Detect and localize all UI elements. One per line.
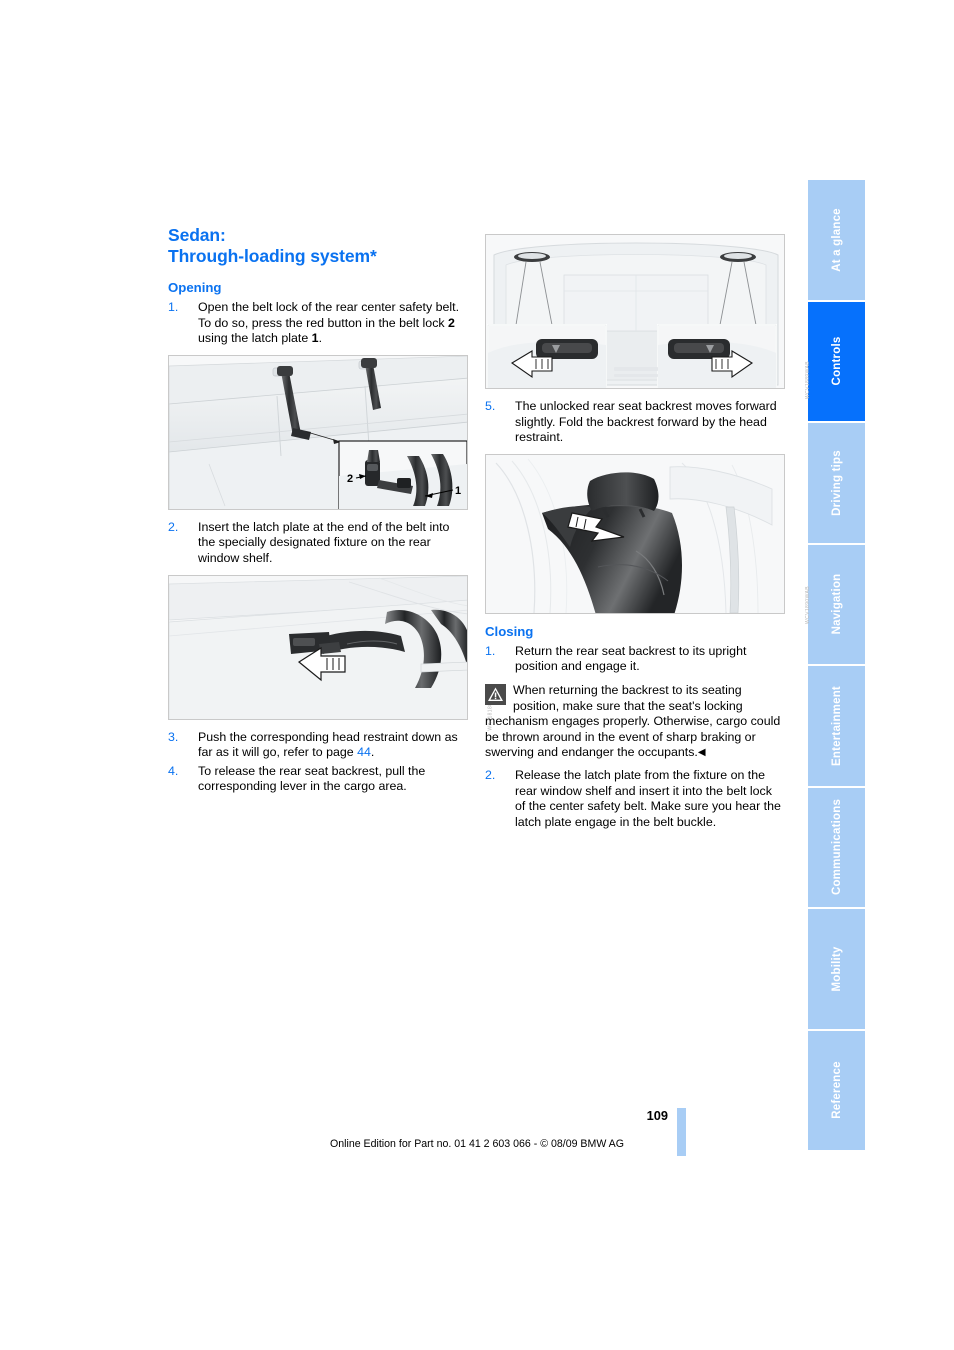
sidebar-tab-at-a-glance[interactable]: At a glance — [808, 180, 865, 300]
sidebar-tab-driving-tips[interactable]: Driving tips — [808, 423, 865, 543]
footer-edition-text: Online Edition for Part no. 01 41 2 603 … — [329, 1138, 624, 1150]
manual-page: At a glance Controls Driving tips Naviga… — [0, 0, 954, 1350]
figure-belt-fixture-graphic — [169, 575, 467, 719]
figure-cargo-release-graphic — [486, 235, 784, 388]
sidebar-tab-controls[interactable]: Controls — [808, 301, 865, 421]
left-column: Sedan: Through-loading system* Opening 1… — [168, 225, 494, 798]
step-text: Return the rear seat backrest to its upr… — [515, 643, 747, 674]
callout-ref-2: 2 — [448, 315, 455, 330]
sidebar-tab-label: Reference — [830, 1061, 843, 1119]
step-text-part: using the latch plate — [198, 331, 312, 346]
step-number: 1. — [168, 300, 179, 314]
sidebar-tab-label: Communications — [830, 799, 843, 896]
figure-rear-seat-belt-lock-graphic: 2 1 — [169, 355, 467, 509]
page-title-line1: Sedan: — [168, 225, 226, 245]
list-item: 2. Insert the latch plate at the end of … — [168, 520, 468, 567]
step-number: 4. — [168, 763, 179, 778]
warning-note: When returning the backrest to its seati… — [485, 683, 785, 761]
page-number: 109 — [646, 1108, 668, 1123]
opening-steps-list: 1. Open the belt lock of the rear center… — [168, 300, 468, 347]
step-number: 2. — [168, 519, 179, 534]
list-item: 3. Push the corresponding head restraint… — [168, 730, 468, 761]
page-reference-link[interactable]: 44 — [357, 745, 371, 759]
sidebar-tab-label: Controls — [830, 336, 843, 386]
heading-closing: Closing — [485, 623, 534, 639]
svg-text:2: 2 — [347, 473, 353, 485]
step-text-part: Push the corresponding head restraint do… — [198, 729, 458, 760]
closing-steps-list-2: 2. Release the latch plate from the fixt… — [485, 768, 785, 830]
step-text: Open the belt lock of the rear center sa… — [198, 300, 459, 345]
figure-backrest-fold-forward — [485, 453, 785, 614]
step-text-part: . — [370, 745, 375, 760]
callout-ref-1: 1 — [311, 331, 319, 346]
list-item: 5. The unlocked rear seat backrest moves… — [485, 399, 785, 446]
step-number: 1. — [485, 643, 496, 658]
opening-steps-list-4: 5. The unlocked rear seat backrest moves… — [485, 399, 785, 446]
sidebar-tab-reference[interactable]: Reference — [808, 1030, 865, 1150]
step-number: 3. — [168, 729, 179, 744]
list-item: 1. Open the belt lock of the rear center… — [168, 300, 468, 347]
sidebar-tab-label: Navigation — [830, 573, 843, 635]
sidebar-tab-label: At a glance — [830, 207, 843, 272]
figure-3-wrap: WCV1889WAB — [485, 234, 811, 399]
right-column: WCV1889WAB 5. The unlocked rear seat bac… — [485, 234, 811, 833]
sidebar-tab-communications[interactable]: Communications — [808, 787, 865, 907]
figure-4-wrap: WCV1890WAB — [485, 453, 811, 624]
sidebar-tab-label: Mobility — [830, 946, 843, 992]
figure-code: WCV1890WAB — [805, 585, 811, 624]
page-title-line2: Through-loading system* — [168, 246, 377, 266]
opening-steps-list-3: 3. Push the corresponding head restraint… — [168, 730, 468, 795]
heading-opening: Opening — [168, 280, 222, 295]
step-text: To release the rear seat backrest, pull … — [198, 763, 426, 794]
figure-backrest-fold-graphic — [486, 454, 784, 613]
list-item: 1. Return the rear seat backrest to its … — [485, 644, 785, 675]
page-title: Sedan: Through-loading system* — [168, 225, 468, 267]
step-text: The unlocked rear seat backrest moves fo… — [515, 399, 777, 445]
step-number: 5. — [485, 399, 496, 413]
sidebar-tab-entertainment[interactable]: Entertainment — [808, 666, 865, 786]
figure-rear-seat-belt-lock: 2 1 — [168, 354, 468, 510]
warning-text: When returning the backrest to its seati… — [485, 682, 781, 760]
step-text: Release the latch plate from the fixture… — [515, 767, 781, 829]
figure-cargo-area-release-levers — [485, 234, 785, 389]
step-text: Insert the latch plate at the end of the… — [198, 519, 450, 565]
step-number: 2. — [485, 767, 496, 782]
list-item: 2. Release the latch plate from the fixt… — [485, 768, 785, 830]
warning-triangle-icon — [485, 683, 506, 705]
step-text-part: . — [318, 331, 323, 346]
figure-code: WCV1889WAB — [805, 361, 811, 399]
closing-steps-list: 1. Return the rear seat backrest to its … — [485, 644, 785, 675]
end-of-note-marker: ◀ — [697, 747, 706, 759]
opening-steps-list-2: 2. Insert the latch plate at the end of … — [168, 520, 468, 567]
svg-text:1: 1 — [455, 485, 461, 497]
sidebar-tab-mobility[interactable]: Mobility — [808, 909, 865, 1029]
figure-1-wrap: 2 1 WCV1888WAB — [168, 354, 494, 520]
sidebar-tab-label: Driving tips — [830, 449, 843, 516]
step-text: Push the corresponding head restraint do… — [198, 730, 458, 760]
section-tabs-sidebar: At a glance Controls Driving tips Naviga… — [808, 180, 865, 1150]
step-text-part: Open the belt lock of the rear center sa… — [198, 300, 460, 330]
figure-belt-fixture-window-shelf — [168, 574, 468, 720]
sidebar-tab-navigation[interactable]: Navigation — [808, 544, 865, 664]
list-item: 4. To release the rear seat backrest, pu… — [168, 764, 468, 795]
figure-2-wrap: WK7181805AB — [168, 574, 494, 730]
sidebar-tab-label: Entertainment — [830, 685, 843, 766]
